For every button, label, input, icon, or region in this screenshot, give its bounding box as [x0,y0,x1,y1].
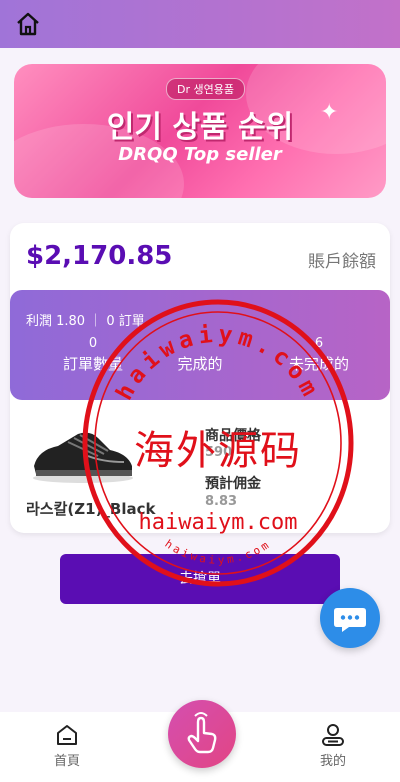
stat-value [137,336,263,351]
account-card: $2,170.85 賬戶餘額 利潤 1.80 ｜ 0 訂單 0 訂單數量 完成的… [10,223,390,533]
home-icon[interactable] [14,10,42,38]
center-action-button[interactable] [168,700,236,768]
home-icon [57,725,77,745]
commission-label: 預計佣金 [205,476,261,492]
banner-subtitle: DRQQ Top seller [118,144,282,165]
tab-label: 首頁 [53,754,80,769]
stat-value: 6 [314,336,324,351]
chat-icon [334,608,366,632]
banner-brand: Dr 생연용품 [166,78,245,100]
order-stats-panel: 利潤 1.80 ｜ 0 訂單 0 訂單數量 完成的 6 未完成的 [10,290,390,400]
stat-label: 未完成的 [288,355,349,373]
product-name: 라스칼(Z1)_Black [26,500,156,518]
profit-summary: 利潤 1.80 ｜ 0 訂單 [26,314,145,329]
chat-button[interactable] [320,588,380,648]
stat-completed: 完成的 [137,336,263,374]
tab-home[interactable]: 首頁 [37,722,97,769]
product-item[interactable]: 라스칼(Z1)_Black 商品價格 590 預計佣金 8.83 [10,408,390,528]
stat-label: 完成的 [177,355,223,373]
tap-hand-icon [187,712,217,754]
grab-order-button[interactable]: 去搶單 [60,554,340,604]
top-header [0,0,400,48]
product-image [33,432,133,483]
commission-value: 8.83 [205,494,238,509]
balance-amount: $2,170.85 [26,241,173,271]
tab-profile[interactable]: 我的 [303,722,363,769]
price-value: 590 [205,445,233,460]
tab-label: 我的 [319,754,346,769]
price-label: 商品價格 [205,428,261,444]
user-icon [322,724,344,746]
promo-banner[interactable]: Dr 생연용품 인기 상품 순위 ✦ DRQQ Top seller [14,64,386,198]
balance-label: 賬戶餘額 [308,252,376,272]
sparkle-icon: ✦ [320,100,339,125]
stat-uncompleted: 6 未完成的 [256,336,382,374]
